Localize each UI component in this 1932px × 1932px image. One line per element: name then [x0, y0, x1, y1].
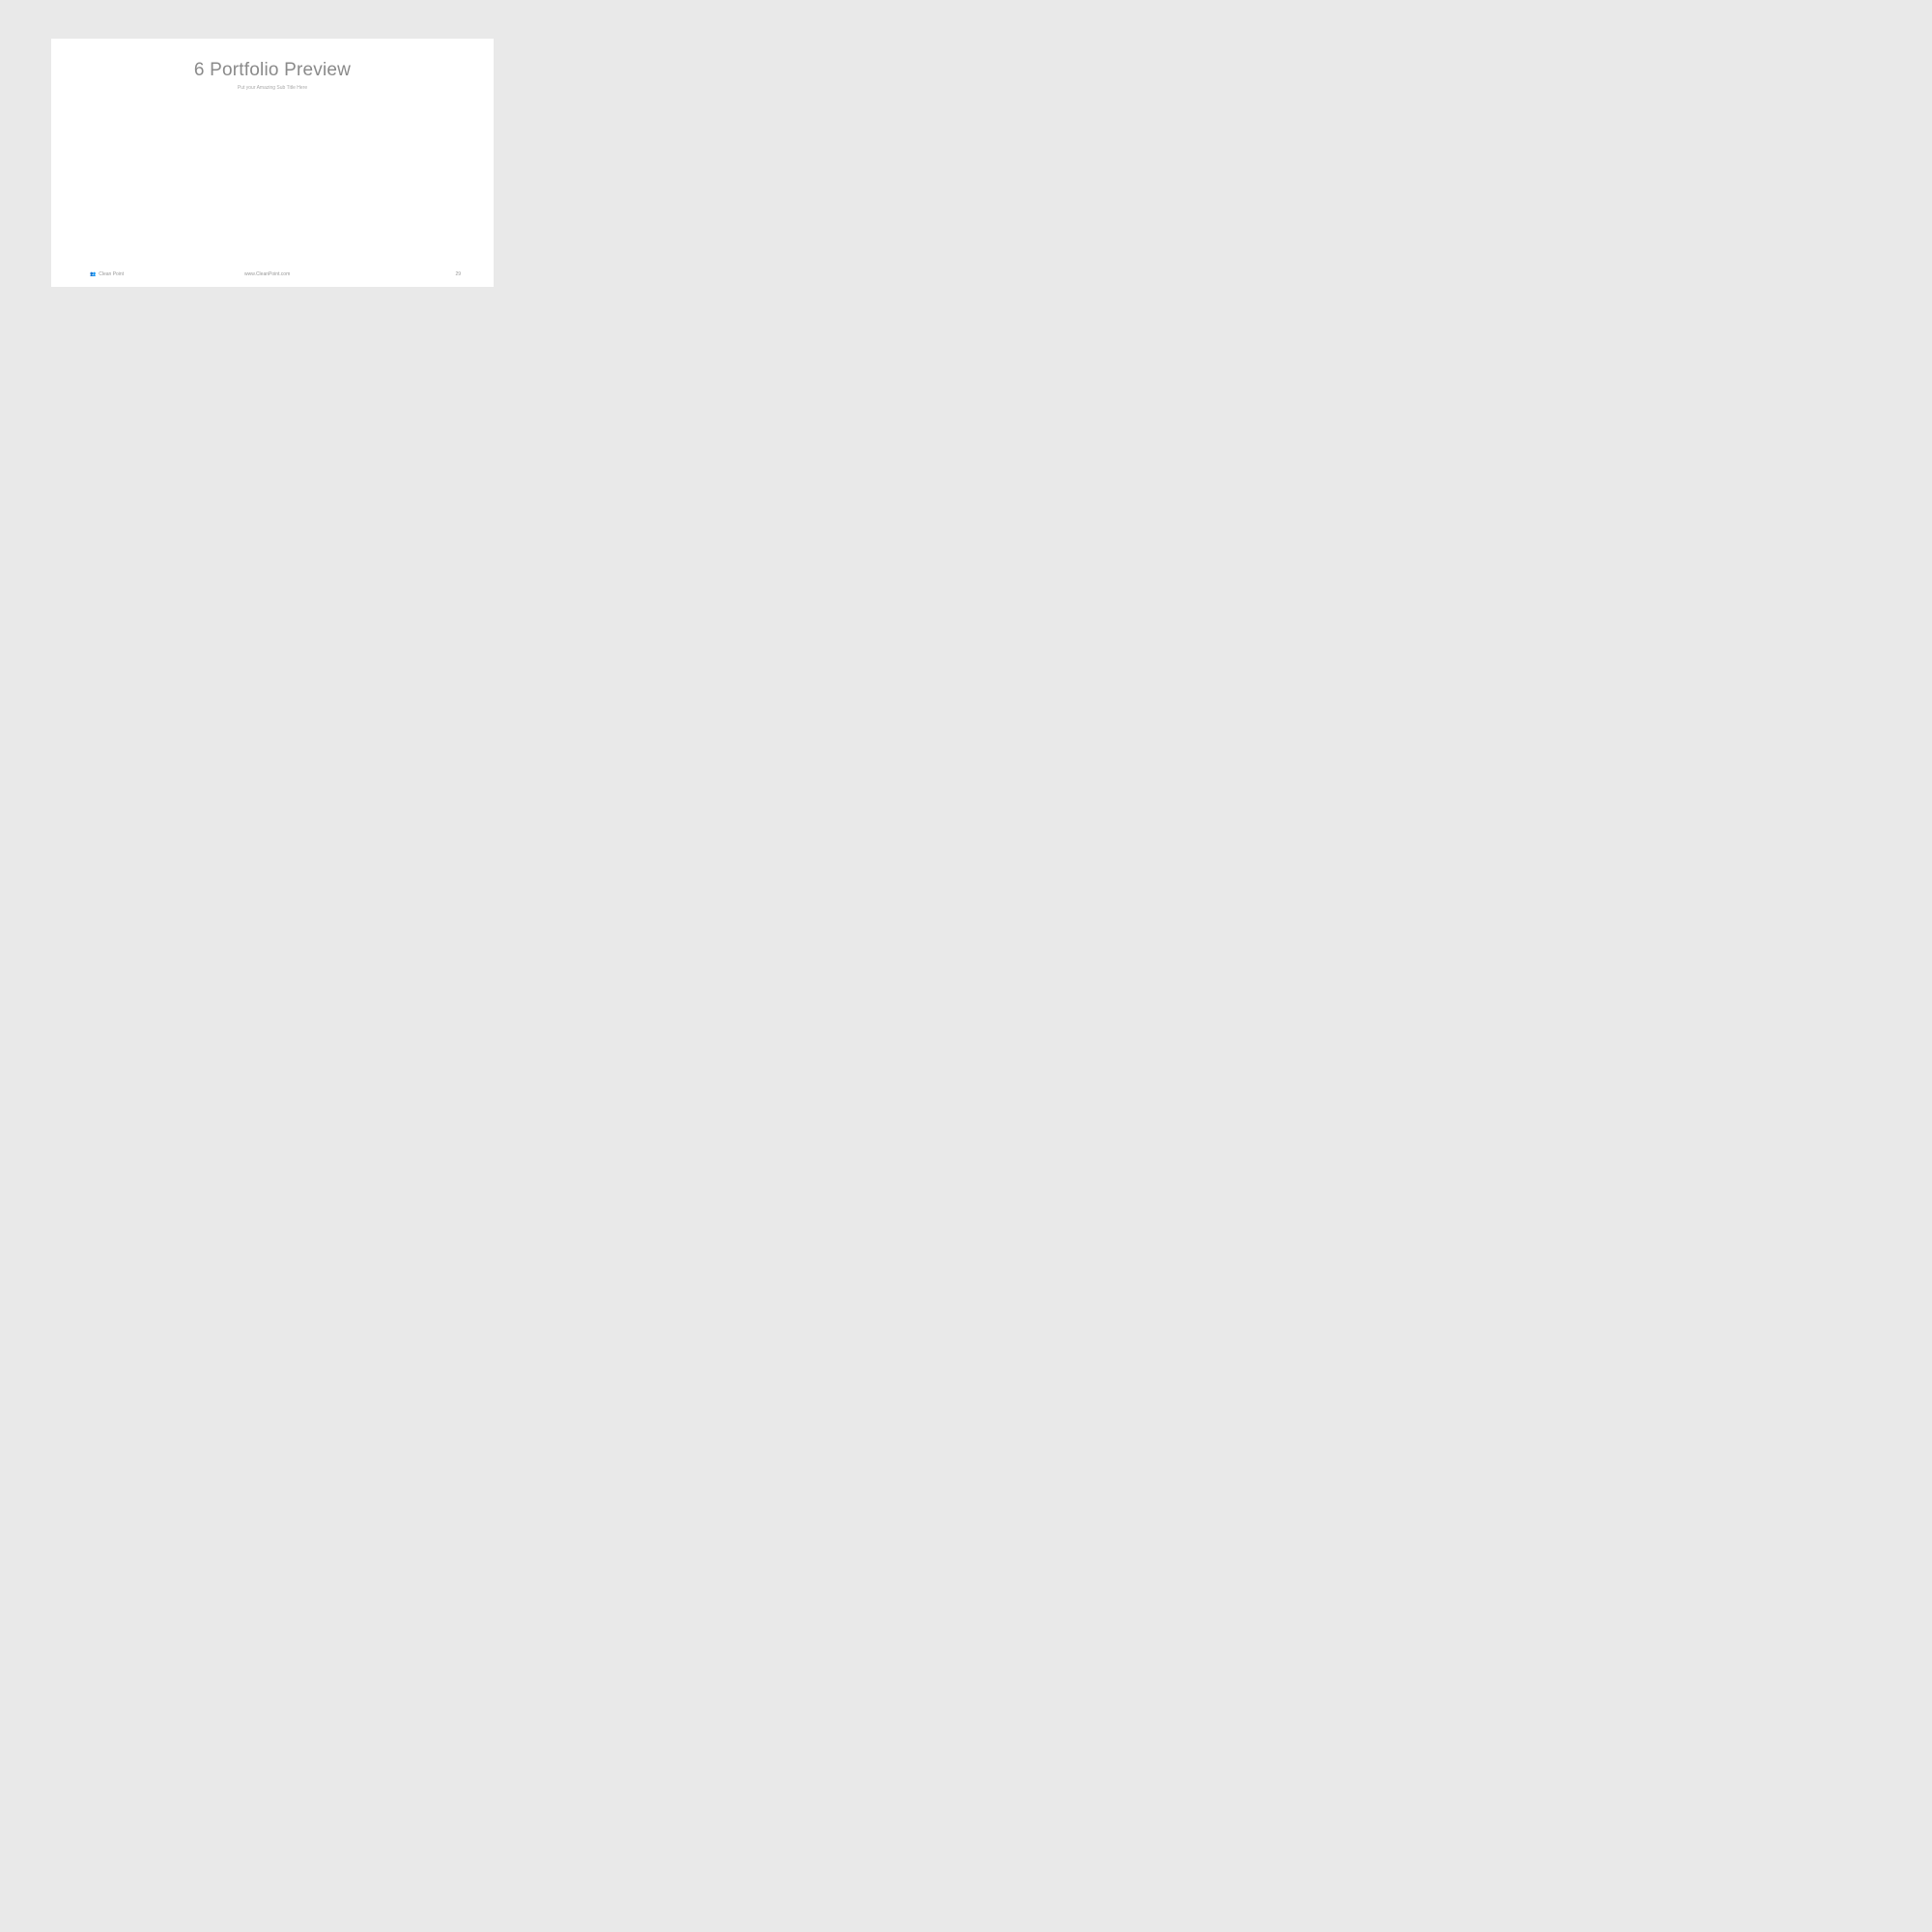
- footer-brand-text: Clean Point: [99, 271, 125, 277]
- slide-title: 6 Portfolio Preview: [193, 60, 352, 80]
- slide-number: 29: [455, 271, 461, 277]
- slide-thumbnail[interactable]: 6 Portfolio Preview Put your Amazing Sub …: [51, 39, 494, 287]
- footer-url: www.CleanPoint.com: [244, 271, 291, 277]
- people-icon: 👥: [90, 271, 97, 277]
- footer-brand: 👥 Clean Point: [90, 271, 124, 277]
- slide-subtitle: Put your Amazing Sub Title Here: [237, 85, 308, 91]
